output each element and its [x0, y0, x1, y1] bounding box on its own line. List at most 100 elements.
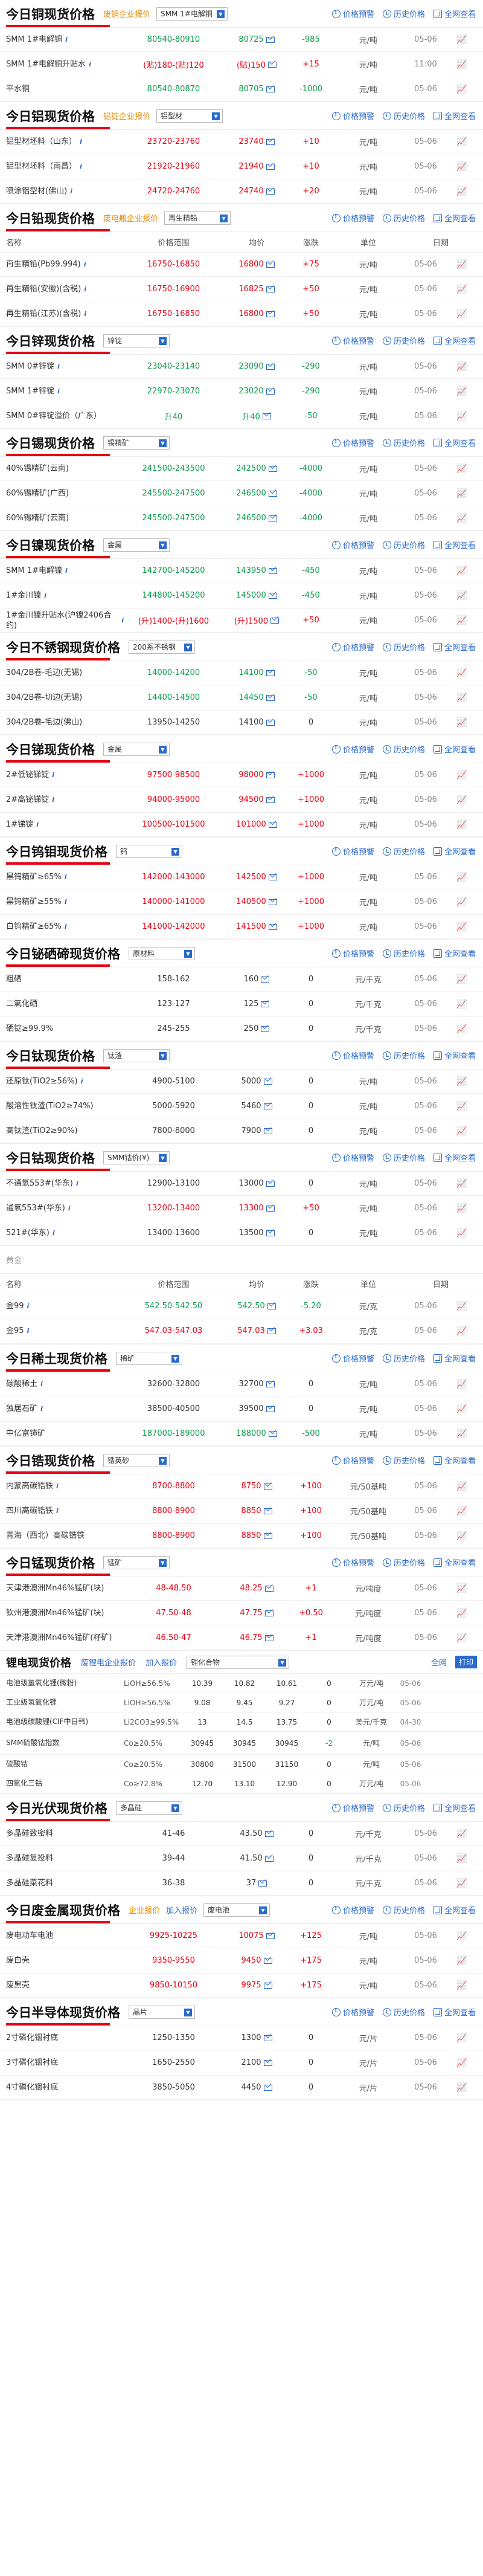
view-all-link[interactable]: 全网查看: [433, 641, 476, 653]
price-alert-link[interactable]: 价格预警: [331, 212, 374, 224]
subscribe-mail-icon[interactable]: [264, 1855, 273, 1862]
price-alert-link[interactable]: 价格预警: [331, 539, 374, 550]
history-price-link[interactable]: 历史价格: [382, 1352, 425, 1364]
subscribe-mail-icon[interactable]: [266, 261, 275, 268]
subscribe-mail-icon[interactable]: [263, 1532, 272, 1539]
view-all-link[interactable]: 全网查看: [433, 8, 476, 19]
table-row[interactable]: 2#低铋锑锭 i 97500-98500 98000 +1000 元/吨 05-06 📈: [0, 763, 483, 787]
info-icon[interactable]: i: [53, 1228, 55, 1238]
trend-chart-icon[interactable]: 📈: [447, 975, 477, 984]
trend-chart-icon[interactable]: 📈: [447, 162, 477, 172]
table-row[interactable]: 60%锡精矿(广西) 245500-247500 246500 -4000 元/吨 05-…: [0, 481, 483, 506]
info-icon[interactable]: i: [80, 137, 82, 147]
table-row[interactable]: 四氧化三钴 Co≥72.8% 12.70 13.10 12.90 0 万元/吨 05-06: [0, 1774, 483, 1793]
info-icon[interactable]: i: [56, 1481, 59, 1491]
table-row[interactable]: 天津港澳洲Mn46%锰矿(籽矿) 46.50-47 46.75 +1 元/吨度 05-06…: [0, 1626, 483, 1650]
category-select[interactable]: 锆英砂 ▼: [103, 1453, 170, 1467]
subscribe-mail-icon[interactable]: [268, 490, 277, 497]
category-select[interactable]: 多晶硅 ▼: [116, 1801, 182, 1815]
subscribe-mail-icon[interactable]: [261, 1025, 270, 1032]
price-alert-link[interactable]: 价格预警: [331, 1152, 374, 1163]
trend-chart-icon[interactable]: 📈: [447, 1879, 477, 1888]
trend-chart-icon[interactable]: 📈: [447, 187, 477, 196]
trend-chart-icon[interactable]: 📈: [447, 1179, 477, 1189]
subscribe-mail-icon[interactable]: [263, 2035, 272, 2041]
view-all-link[interactable]: 全网查看: [433, 1904, 476, 1916]
trend-chart-icon[interactable]: 📈: [447, 591, 477, 601]
subscribe-mail-icon[interactable]: [263, 2084, 272, 2091]
subscribe-mail-icon[interactable]: [264, 1830, 273, 1837]
table-row[interactable]: 碳酸稀土 i 32600-32800 32700 0 元/吨 05-06 📈: [0, 1372, 483, 1396]
history-price-link[interactable]: 历史价格: [382, 335, 425, 346]
category-select[interactable]: 钨 ▼: [116, 844, 182, 858]
trend-chart-icon[interactable]: 📈: [447, 1609, 477, 1618]
subscribe-mail-icon[interactable]: [266, 1381, 275, 1387]
subscribe-mail-icon[interactable]: [263, 1128, 272, 1134]
history-price-link[interactable]: 历史价格: [382, 8, 425, 19]
trend-chart-icon[interactable]: 📈: [447, 897, 477, 907]
history-price-link[interactable]: 历史价格: [382, 845, 425, 857]
history-price-link[interactable]: 历史价格: [382, 212, 425, 224]
trend-chart-icon[interactable]: 📈: [447, 1404, 477, 1414]
subscribe-mail-icon[interactable]: [266, 670, 275, 676]
trend-chart-icon[interactable]: 📈: [447, 85, 477, 94]
table-row[interactable]: 四川高碳锆铁 i 8800-8900 8850 +100 元/50基吨 05-06 📈: [0, 1499, 483, 1524]
table-row[interactable]: 废电动车电池 9925-10225 10075 +125 元/吨 05-06 📈: [0, 1924, 483, 1948]
info-icon[interactable]: i: [36, 819, 39, 830]
table-row[interactable]: 2#高铋锑锭 i 94000-95000 94500 +1000 元/吨 05-06 📈: [0, 787, 483, 813]
table-row[interactable]: 工业级氢氧化锂 LiOH≥56.5% 9.08 9.45 9.27 0 万元/吨 05-06: [0, 1693, 483, 1712]
subscribe-mail-icon[interactable]: [267, 61, 277, 68]
view-all-link[interactable]: 全网查看: [433, 335, 476, 346]
category-select[interactable]: SMM钴价(¥) ▼: [103, 1151, 170, 1164]
table-row[interactable]: 304/2B卷-毛边(无锡) 14000-14200 14100 -50 元/吨 05-0…: [0, 661, 483, 685]
subscribe-mail-icon[interactable]: [266, 163, 275, 170]
subscribe-mail-icon[interactable]: [266, 188, 275, 195]
subscribe-mail-icon[interactable]: [266, 311, 275, 317]
enterprise-quote-link[interactable]: 废电瓶企业报价: [103, 212, 158, 224]
table-row[interactable]: SMM 0#锌锭溢价（广东） 升40 升40 -50 元/吨 05-06 📈: [0, 404, 483, 428]
table-row[interactable]: 青海（西北）高碳锆铁 8800-8900 8850 +100 元/50基吨 05-06 📈: [0, 1524, 483, 1548]
trend-chart-icon[interactable]: 📈: [447, 1829, 477, 1839]
trend-chart-icon[interactable]: 📈: [447, 387, 477, 396]
lithium-quote-link[interactable]: 废锂电企业报价: [81, 1656, 136, 1668]
subscribe-mail-icon[interactable]: [266, 286, 275, 292]
trend-chart-icon[interactable]: 📈: [447, 2083, 477, 2093]
subscribe-mail-icon[interactable]: [266, 694, 275, 701]
view-all-link[interactable]: 全网查看: [433, 1802, 476, 1813]
trend-chart-icon[interactable]: 📈: [447, 770, 477, 780]
subscribe-mail-icon[interactable]: [263, 1957, 272, 1964]
lithium-all-link[interactable]: 全网: [431, 1656, 447, 1668]
view-all-link[interactable]: 全网查看: [433, 212, 476, 224]
table-row[interactable]: 硒锭≥99.9% 245-255 250 0 元/千克 05-06 📈: [0, 1017, 483, 1041]
trend-chart-icon[interactable]: 📈: [447, 1584, 477, 1593]
enterprise-quote-link[interactable]: 铝锭企业报价: [103, 110, 150, 121]
subscribe-mail-icon[interactable]: [266, 363, 275, 370]
trend-chart-icon[interactable]: 📈: [447, 999, 477, 1009]
subscribe-mail-icon[interactable]: [262, 413, 271, 419]
view-all-link[interactable]: 全网查看: [433, 1050, 476, 1061]
info-icon[interactable]: i: [27, 1326, 30, 1336]
trend-chart-icon[interactable]: 📈: [447, 1077, 477, 1086]
view-all-link[interactable]: 全网查看: [433, 110, 476, 121]
subscribe-mail-icon[interactable]: [268, 874, 277, 880]
table-row[interactable]: 1#锑锭 i 100500-101500 101000 +1000 元/吨 05-06 📈: [0, 813, 483, 837]
category-select[interactable]: 晶片 ▼: [129, 2005, 195, 2019]
view-all-link[interactable]: 全网查看: [433, 539, 476, 550]
info-icon[interactable]: i: [65, 922, 67, 932]
info-icon[interactable]: i: [80, 161, 82, 172]
table-row[interactable]: 铝型材坯料（南昌） i 21920-21960 21940 +10 元/吨 05-06 📈: [0, 154, 483, 179]
info-icon[interactable]: i: [56, 1506, 59, 1516]
info-icon[interactable]: i: [27, 1301, 30, 1311]
price-alert-link[interactable]: 价格预警: [331, 947, 374, 959]
trend-chart-icon[interactable]: 📈: [447, 873, 477, 882]
trend-chart-icon[interactable]: 📈: [447, 1956, 477, 1966]
trend-chart-icon[interactable]: 📈: [447, 1633, 477, 1643]
trend-chart-icon[interactable]: 📈: [447, 1854, 477, 1864]
subscribe-mail-icon[interactable]: [263, 1078, 272, 1085]
subscribe-mail-icon[interactable]: [266, 1230, 275, 1236]
table-row[interactable]: 通氧553#(华东) i 13200-13400 13300 +50 元/吨 05-06 📈: [0, 1196, 483, 1221]
price-alert-link[interactable]: 价格预警: [331, 1802, 374, 1813]
trend-chart-icon[interactable]: 📈: [447, 1302, 477, 1311]
history-price-link[interactable]: 历史价格: [382, 1904, 425, 1916]
table-row[interactable]: 3寸磷化铟衬底 1650-2550 2100 0 元/片 05-06 📈: [0, 2050, 483, 2076]
